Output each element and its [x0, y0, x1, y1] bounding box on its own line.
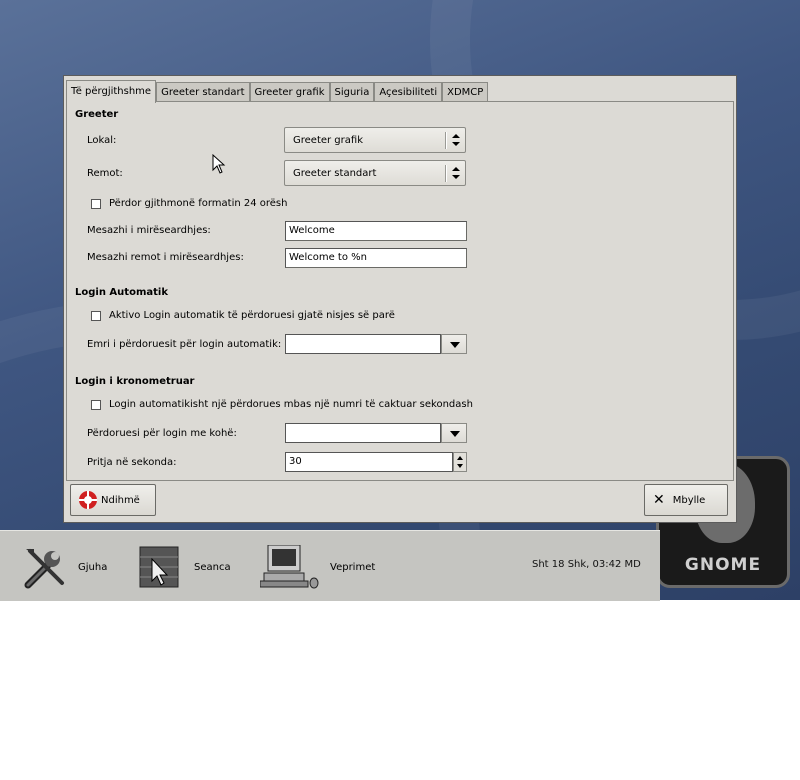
- autologin-user-input[interactable]: [285, 334, 441, 354]
- computer-icon: [259, 544, 320, 589]
- remote-greeter-combo[interactable]: Greeter standart: [284, 160, 466, 186]
- autologin-checkbox[interactable]: Aktivo Login automatik të përdoruesi gja…: [91, 310, 395, 321]
- updown-arrows-icon: [452, 134, 460, 148]
- clock: Sht 18 Shk, 03:42 MD: [532, 559, 641, 570]
- tools-icon: [22, 545, 68, 589]
- timedlogin-user-input[interactable]: [285, 423, 441, 443]
- bottom-panel: Gjuha Seanca Veprimet Sht 18 Shk, 03:42 …: [0, 530, 660, 601]
- close-button[interactable]: ✕ Mbylle: [644, 484, 728, 516]
- welcome-message-input[interactable]: Welcome: [285, 221, 467, 241]
- chevron-down-icon[interactable]: [441, 423, 467, 443]
- checkbox-box[interactable]: [91, 310, 101, 321]
- tab-bar: Të përgjithshme Greeter standart Greeter…: [66, 80, 489, 103]
- gnome-logo-text: GNOME: [684, 555, 762, 575]
- timedlogin-user-combo[interactable]: [285, 423, 467, 443]
- timedlogin-pause-spinner[interactable]: 30: [285, 452, 467, 472]
- session-icon: [138, 545, 184, 589]
- timedlogin-user-label: Përdoruesi për login me kohë:: [87, 428, 237, 439]
- help-button-label: Ndihmë: [101, 494, 140, 506]
- help-lifebuoy-icon: [79, 491, 97, 509]
- checkbox-box[interactable]: [91, 198, 101, 209]
- tab-general[interactable]: Të përgjithshme: [66, 80, 157, 103]
- actions-label: Veprimet: [330, 561, 376, 573]
- help-button[interactable]: Ndihmë: [70, 484, 156, 516]
- autologin-user-label: Emri i përdoruesit për login automatik:: [87, 339, 282, 350]
- session-label: Seanca: [194, 561, 231, 573]
- autologin-user-combo[interactable]: [285, 334, 467, 354]
- language-label: Gjuha: [78, 561, 108, 573]
- updown-arrows-icon: [452, 167, 460, 181]
- general-tab-page: Greeter Lokal: Greeter grafik Remot: Gre…: [66, 101, 734, 481]
- tab-security[interactable]: Siguria: [329, 82, 375, 102]
- close-button-label: Mbylle: [672, 494, 706, 506]
- tab-xdmcp[interactable]: XDMCP: [442, 82, 489, 102]
- tab-accessibility[interactable]: Açesibiliteti: [374, 82, 443, 102]
- language-button[interactable]: Gjuha: [22, 545, 107, 589]
- tab-standard-greeter[interactable]: Greeter standart: [156, 82, 250, 102]
- local-greeter-label: Lokal:: [87, 135, 117, 146]
- welcome-message-label: Mesazhi i mirëseardhjes:: [87, 225, 211, 236]
- greeter-section-title: Greeter: [75, 109, 119, 120]
- local-greeter-value: Greeter grafik: [293, 135, 363, 146]
- use-24h-checkbox[interactable]: Përdor gjithmonë formatin 24 orësh: [91, 198, 287, 209]
- timedlogin-enable-label: Login automatikisht një përdorues mbas n…: [109, 399, 473, 410]
- timedlogin-pause-input[interactable]: 30: [285, 452, 453, 472]
- combo-separator: [445, 132, 447, 149]
- local-greeter-combo[interactable]: Greeter grafik: [284, 127, 466, 153]
- combo-separator: [445, 165, 447, 182]
- use-24h-label: Përdor gjithmonë formatin 24 orësh: [109, 198, 288, 209]
- timedlogin-checkbox[interactable]: Login automatikisht një përdorues mbas n…: [91, 399, 473, 410]
- remote-welcome-message-input[interactable]: Welcome to %n: [285, 248, 467, 268]
- tab-graphical-greeter[interactable]: Greeter grafik: [249, 82, 330, 102]
- remote-welcome-message-label: Mesazhi remot i mirëseardhjes:: [87, 252, 244, 263]
- spinner-arrows-icon[interactable]: [453, 452, 467, 472]
- gdm-setup-dialog: Të përgjithshme Greeter standart Greeter…: [63, 75, 737, 523]
- close-icon: ✕: [653, 492, 665, 508]
- mouse-cursor-icon: [212, 153, 226, 174]
- chevron-down-icon[interactable]: [441, 334, 467, 354]
- autologin-enable-label: Aktivo Login automatik të përdoruesi gja…: [109, 310, 395, 321]
- checkbox-box[interactable]: [91, 399, 101, 410]
- actions-button[interactable]: Veprimet: [259, 544, 376, 589]
- autologin-section-title: Login Automatik: [75, 287, 168, 298]
- timedlogin-pause-label: Pritja në sekonda:: [87, 457, 177, 468]
- remote-greeter-value: Greeter standart: [293, 168, 377, 179]
- remote-greeter-label: Remot:: [87, 168, 123, 179]
- timedlogin-section-title: Login i kronometruar: [75, 376, 195, 387]
- session-button[interactable]: Seanca: [138, 545, 231, 589]
